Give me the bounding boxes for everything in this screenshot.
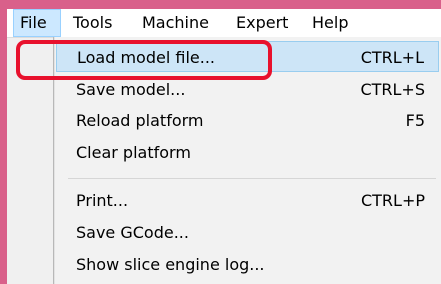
- menu-item-show-slice-engine-log[interactable]: Show slice engine log...: [56, 249, 439, 280]
- menu-separator: [68, 178, 436, 179]
- menu-item-shortcut: CTRL+P: [360, 191, 425, 210]
- menu-item-shortcut: CTRL+S: [360, 80, 425, 99]
- menu-item-label: Reload platform: [76, 111, 204, 130]
- menu-item-print[interactable]: Print... CTRL+P: [56, 185, 439, 216]
- menu-bar: File Tools Machine Expert Help: [7, 9, 441, 38]
- menu-item-save-gcode[interactable]: Save GCode...: [56, 217, 439, 248]
- menu-help[interactable]: Help: [312, 9, 348, 37]
- menu-tools[interactable]: Tools: [73, 9, 112, 37]
- menu-item-label: Save GCode...: [76, 223, 189, 242]
- menu-item-shortcut: CTRL+L: [360, 48, 424, 67]
- menu-item-reload-platform[interactable]: Reload platform F5: [56, 105, 439, 136]
- menu-item-label: Print...: [76, 191, 129, 210]
- menu-expert[interactable]: Expert: [236, 9, 288, 37]
- menu-item-label: Show slice engine log...: [76, 255, 265, 274]
- menu-item-shortcut: F5: [405, 111, 425, 130]
- menu-machine[interactable]: Machine: [142, 9, 209, 37]
- menu-item-label: Clear platform: [76, 143, 191, 162]
- menu-file[interactable]: File: [13, 9, 61, 37]
- menu-item-clear-platform[interactable]: Clear platform: [56, 137, 439, 168]
- annotation-highlight-box: [16, 40, 272, 80]
